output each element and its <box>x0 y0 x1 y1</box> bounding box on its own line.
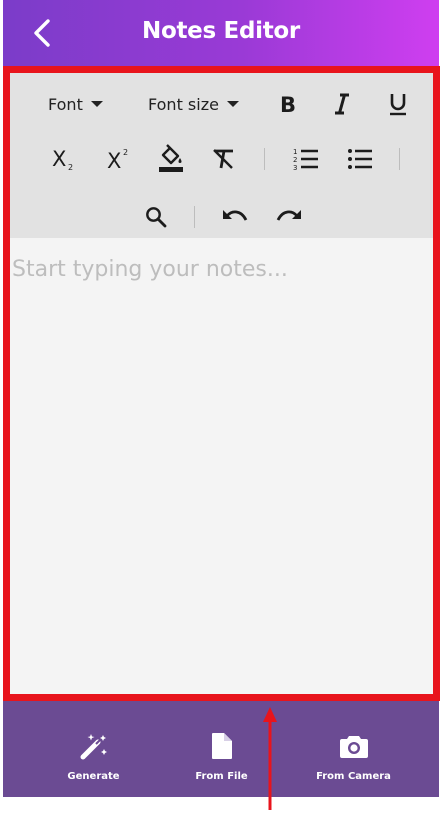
subscript-button[interactable]: X2 <box>48 144 80 174</box>
bold-icon: B <box>280 93 296 115</box>
search-button[interactable] <box>141 202 171 232</box>
app-header: Notes Editor <box>3 0 439 66</box>
formatting-toolbar: Font Font size B X2 X2 1 2 3 <box>10 73 433 238</box>
notes-textarea[interactable] <box>10 238 433 694</box>
numbered-list-button[interactable]: 1 2 3 <box>290 144 322 174</box>
redo-button[interactable] <box>273 202 305 232</box>
camera-icon <box>339 736 368 758</box>
svg-text:2: 2 <box>68 163 73 172</box>
font-dropdown-label: Font <box>48 94 83 114</box>
font-size-dropdown[interactable]: Font size <box>148 89 239 119</box>
from-file-label: From File <box>195 771 248 782</box>
file-icon <box>211 733 232 759</box>
caret-down-icon <box>226 101 239 107</box>
clear-format-button[interactable] <box>208 144 240 174</box>
svg-text:1: 1 <box>293 148 297 156</box>
superscript-button[interactable]: X2 <box>103 144 135 174</box>
clear-format-icon <box>213 149 233 169</box>
undo-icon <box>223 210 248 221</box>
bold-button[interactable]: B <box>273 89 303 119</box>
italic-icon <box>335 93 349 115</box>
toolbar-divider <box>194 206 195 228</box>
toolbar-divider <box>399 148 400 170</box>
generate-label: Generate <box>67 771 120 782</box>
redo-icon <box>276 210 301 221</box>
svg-text:X: X <box>107 149 121 172</box>
svg-text:2: 2 <box>293 156 297 164</box>
page-title: Notes Editor <box>142 18 300 44</box>
subscript-icon: X2 <box>52 147 73 172</box>
bullet-list-button[interactable] <box>344 144 376 174</box>
superscript-icon: X2 <box>107 148 128 172</box>
bottom-action-bar: Generate From File From Camera <box>3 701 439 797</box>
underline-icon <box>390 94 406 116</box>
editor-highlight-frame: Font Font size B X2 X2 1 2 3 Start typin… <box>3 66 440 701</box>
caret-down-icon <box>90 101 103 107</box>
svg-text:X: X <box>52 147 66 171</box>
search-icon <box>146 207 167 228</box>
svg-text:3: 3 <box>293 164 297 171</box>
magic-wand-icon <box>80 734 107 760</box>
font-size-dropdown-label: Font size <box>148 94 219 114</box>
undo-button[interactable] <box>219 202 251 232</box>
svg-text:2: 2 <box>123 148 128 157</box>
fill-color-button[interactable] <box>155 141 187 175</box>
toolbar-divider <box>264 148 265 170</box>
italic-button[interactable] <box>327 89 357 119</box>
generate-button[interactable]: Generate <box>21 701 166 797</box>
from-camera-label: From Camera <box>316 771 391 782</box>
svg-text:B: B <box>280 93 296 115</box>
annotation-arrow <box>263 707 277 810</box>
font-dropdown[interactable]: Font <box>48 89 103 119</box>
bullet-list-icon <box>348 149 372 169</box>
fill-color-icon <box>159 144 183 172</box>
from-camera-button[interactable]: From Camera <box>281 701 426 797</box>
underline-button[interactable] <box>383 89 413 119</box>
numbered-list-icon: 1 2 3 <box>293 148 318 171</box>
